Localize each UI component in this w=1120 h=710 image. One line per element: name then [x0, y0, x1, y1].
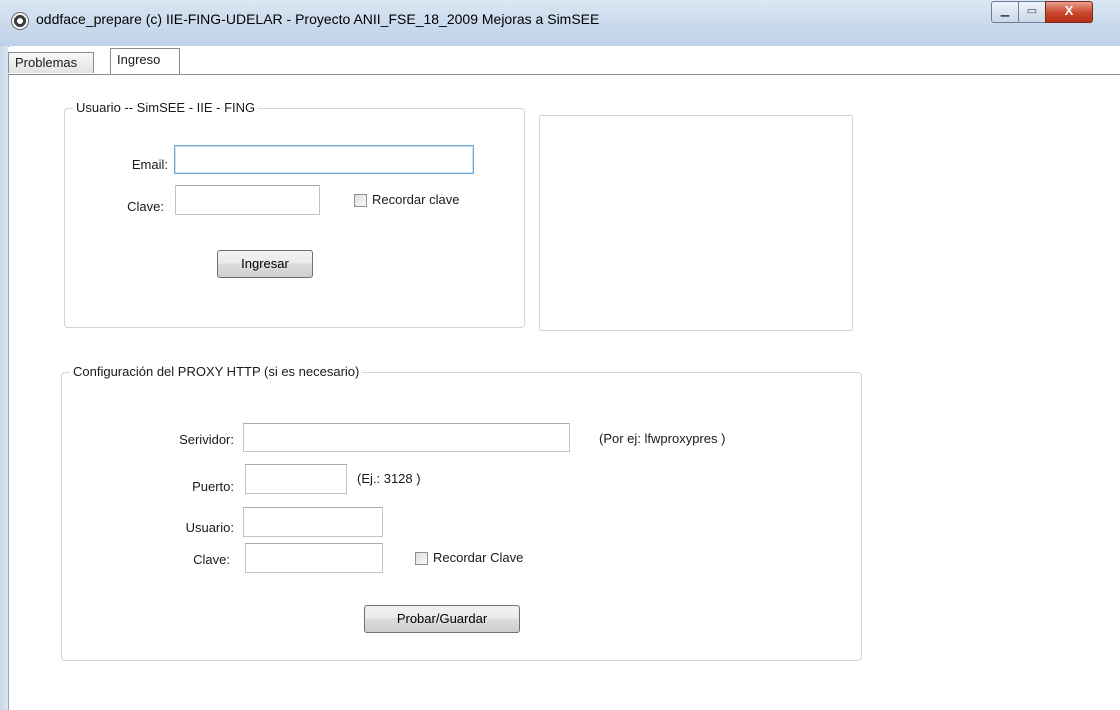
password-label: Clave: — [127, 199, 164, 214]
remember-password-label[interactable]: Recordar clave — [372, 192, 459, 207]
remember-password-checkbox[interactable] — [354, 194, 367, 207]
login-button[interactable]: Ingresar — [217, 250, 313, 278]
tab-ingreso[interactable]: Ingreso — [110, 48, 180, 74]
test-save-button[interactable]: Probar/Guardar — [364, 605, 520, 633]
proxy-password-input[interactable] — [245, 543, 383, 573]
proxy-remember-password-label[interactable]: Recordar Clave — [433, 550, 523, 565]
window-title: oddface_prepare (c) IIE-FING-UDELAR - Pr… — [36, 11, 600, 27]
proxy-group-legend: Configuración del PROXY HTTP (si es nece… — [70, 364, 363, 379]
window-frame-left — [0, 0, 9, 710]
title-bar[interactable]: oddface_prepare (c) IIE-FING-UDELAR - Pr… — [0, 0, 1120, 46]
proxy-port-label: Puerto: — [192, 479, 234, 494]
proxy-port-hint: (Ej.: 3128 ) — [357, 471, 421, 486]
proxy-user-input[interactable] — [243, 507, 383, 537]
proxy-server-input[interactable] — [243, 423, 570, 452]
proxy-server-label: Serividor: — [179, 432, 234, 447]
proxy-remember-password-checkbox[interactable] — [415, 552, 428, 565]
tab-problemas[interactable]: Problemas — [8, 52, 94, 73]
email-input[interactable] — [174, 145, 474, 174]
tab-strip: Problemas Ingreso — [8, 47, 1120, 75]
info-panel — [539, 115, 853, 331]
password-input[interactable] — [175, 185, 320, 215]
minimize-icon: ▁ — [1000, 5, 1010, 17]
user-groupbox: Usuario -- SimSEE - IIE - FING — [64, 100, 525, 328]
proxy-port-input[interactable] — [245, 464, 347, 494]
email-label: Email: — [131, 157, 168, 172]
proxy-password-label: Clave: — [193, 552, 230, 567]
user-group-legend: Usuario -- SimSEE - IIE - FING — [73, 100, 259, 115]
maximize-button[interactable]: ▭ — [1018, 1, 1046, 23]
maximize-icon: ▭ — [1026, 5, 1038, 17]
minimize-button[interactable]: ▁ — [991, 1, 1019, 23]
close-button[interactable]: X — [1045, 1, 1093, 23]
proxy-server-hint: (Por ej: lfwproxypres ) — [599, 431, 726, 446]
close-icon: X — [1064, 3, 1074, 18]
app-icon — [12, 13, 28, 29]
proxy-user-label: Usuario: — [185, 520, 234, 535]
